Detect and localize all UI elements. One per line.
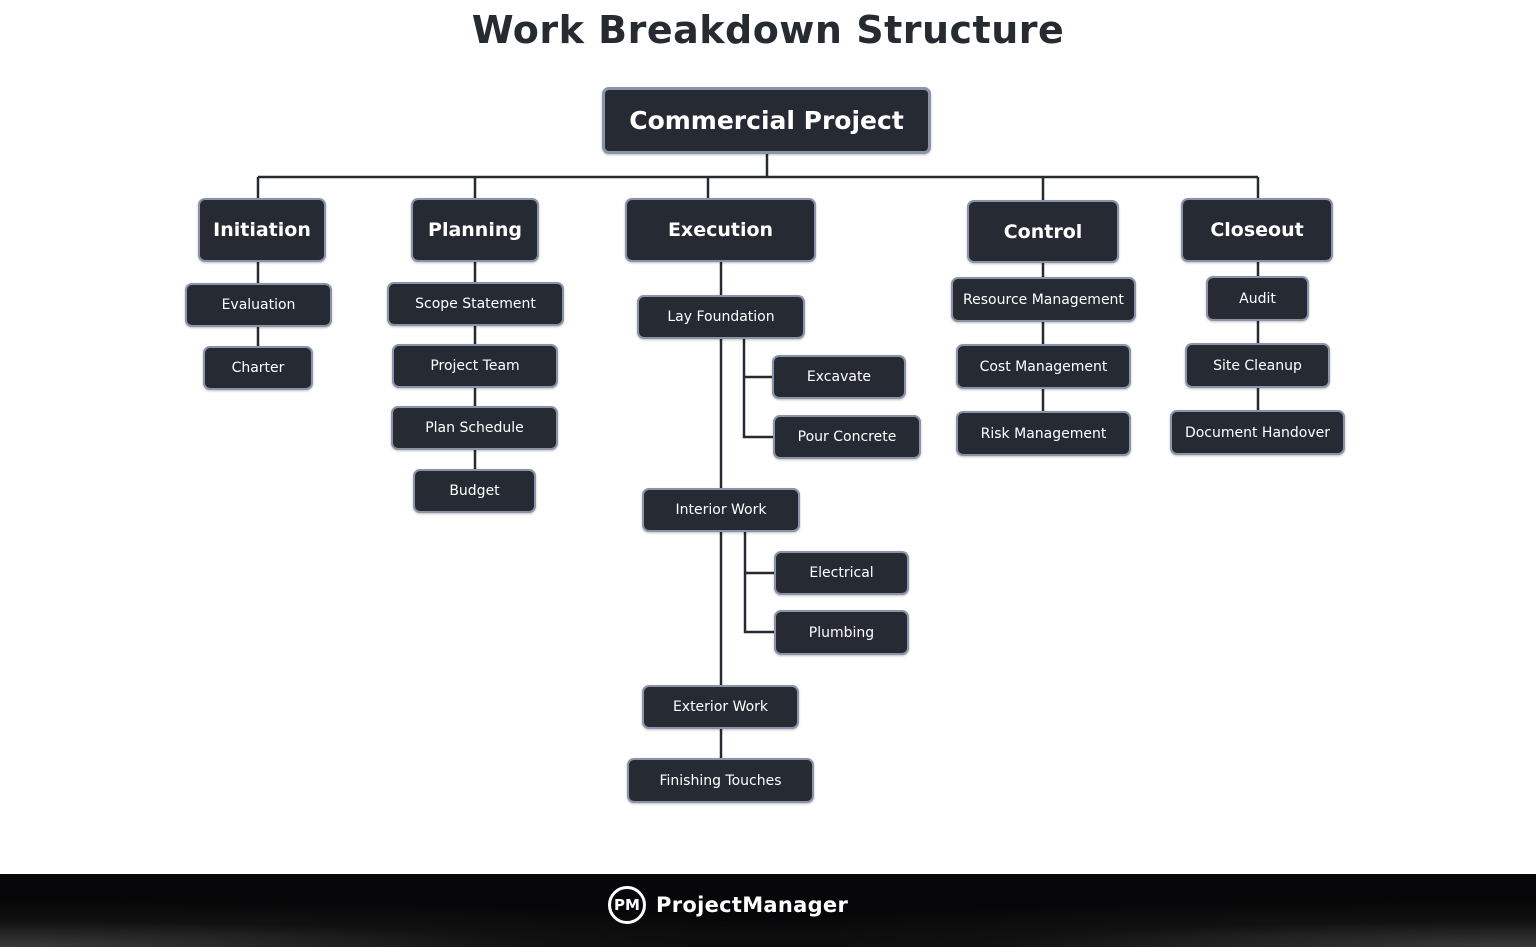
phase-closeout[interactable]: Closeout	[1181, 198, 1333, 262]
task-document-handover[interactable]: Document Handover	[1170, 410, 1345, 455]
task-lay-foundation[interactable]: Lay Foundation	[637, 295, 805, 339]
phase-planning[interactable]: Planning	[411, 198, 539, 262]
task-interior-work[interactable]: Interior Work	[642, 488, 800, 532]
task-exterior-work[interactable]: Exterior Work	[642, 685, 799, 729]
task-risk-management[interactable]: Risk Management	[956, 411, 1131, 456]
task-charter[interactable]: Charter	[203, 346, 313, 390]
task-scope-statement[interactable]: Scope Statement	[387, 282, 564, 326]
connector-lay-pour	[742, 338, 774, 439]
brand-name: ProjectManager	[656, 893, 849, 917]
task-site-cleanup[interactable]: Site Cleanup	[1185, 343, 1330, 388]
footer-bar: PM ProjectManager	[0, 874, 1536, 947]
task-finishing-touches[interactable]: Finishing Touches	[627, 758, 814, 803]
task-audit[interactable]: Audit	[1206, 276, 1309, 321]
phase-execution[interactable]: Execution	[625, 198, 816, 262]
root-node[interactable]: Commercial Project	[602, 87, 931, 154]
subtask-pour-concrete[interactable]: Pour Concrete	[773, 415, 921, 459]
task-plan-schedule[interactable]: Plan Schedule	[391, 406, 558, 450]
subtask-electrical[interactable]: Electrical	[774, 551, 909, 595]
subtask-plumbing[interactable]: Plumbing	[774, 610, 909, 655]
task-cost-management[interactable]: Cost Management	[956, 344, 1131, 389]
task-evaluation[interactable]: Evaluation	[185, 283, 332, 327]
connector-interior-plumbing	[743, 532, 775, 634]
phase-control[interactable]: Control	[967, 200, 1119, 263]
task-resource-management[interactable]: Resource Management	[951, 277, 1136, 322]
phase-initiation[interactable]: Initiation	[198, 198, 326, 262]
brand[interactable]: PM ProjectManager	[608, 886, 848, 924]
subtask-excavate[interactable]: Excavate	[772, 355, 906, 399]
task-project-team[interactable]: Project Team	[392, 344, 558, 388]
task-budget[interactable]: Budget	[413, 469, 536, 513]
projectmanager-logo-icon: PM	[608, 886, 646, 924]
